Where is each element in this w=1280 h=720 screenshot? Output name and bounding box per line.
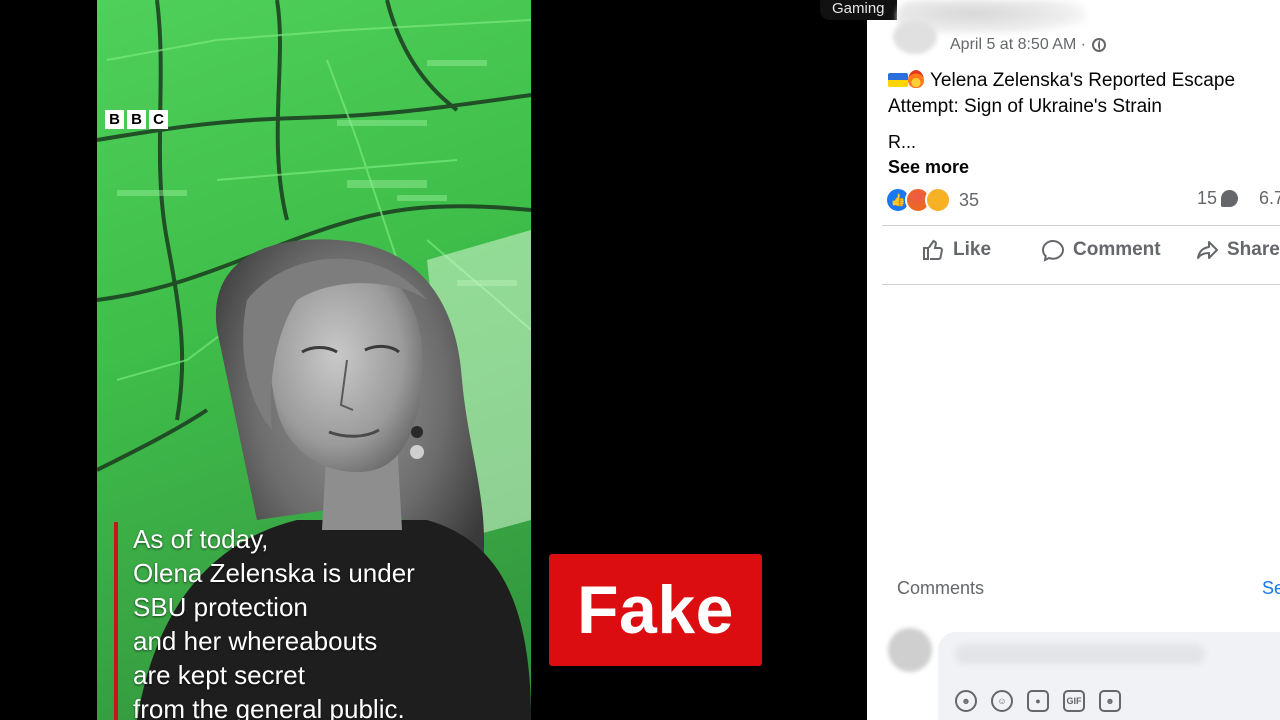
post-title: Yelena Zelenska's Reported Escape Attemp… xyxy=(888,68,1268,120)
ukraine-flag-icon xyxy=(888,73,908,87)
share-button[interactable]: Share xyxy=(1195,238,1280,262)
caption-line: are kept secret xyxy=(133,660,305,690)
caption-line: As of today, xyxy=(133,524,269,554)
fake-label: Fake xyxy=(577,572,734,648)
avatar-sticker-icon[interactable]: ☻ xyxy=(955,690,977,712)
see-comments-link[interactable]: Se xyxy=(1262,578,1280,599)
comments-heading: Comments xyxy=(897,578,985,598)
share-icon xyxy=(1197,241,1218,259)
post-body: R... xyxy=(888,132,917,152)
like-button[interactable]: Like xyxy=(921,238,991,262)
post-meta: April 5 at 8:50 AM · xyxy=(950,36,1107,54)
fire-icon xyxy=(908,70,924,88)
share-label: Share xyxy=(1227,239,1280,260)
like-label: Like xyxy=(953,239,992,260)
gif-icon[interactable]: GIF xyxy=(1063,690,1085,712)
comment-icon xyxy=(1041,239,1065,262)
caption-line: from the general public. xyxy=(133,694,405,720)
comment-count[interactable]: 15 xyxy=(1197,188,1239,209)
globe-icon xyxy=(1092,38,1107,52)
haha-reaction-icon xyxy=(925,187,951,213)
post-timestamp[interactable]: April 5 at 8:50 AM · xyxy=(950,36,1086,54)
comment-count-value: 15 xyxy=(1197,188,1218,208)
caption-line: SBU protection xyxy=(133,592,308,622)
divider xyxy=(882,225,1280,226)
author-avatar[interactable] xyxy=(893,20,937,54)
comment-button[interactable]: Comment xyxy=(1041,238,1161,262)
divider xyxy=(882,284,1280,285)
thumbs-up-icon xyxy=(923,239,943,260)
post-title-text: Yelena Zelenska's Reported Escape Attemp… xyxy=(888,70,1236,117)
share-count[interactable]: 6.7 xyxy=(1259,188,1280,209)
reaction-count: 35 xyxy=(959,189,980,210)
commenter-avatar[interactable] xyxy=(888,628,932,672)
caption-line: and her whereabouts xyxy=(133,626,378,656)
video-player[interactable]: B B C As of today, Olena Zelenska is und… xyxy=(97,0,531,720)
fake-stamp: Fake xyxy=(549,554,762,666)
caption-line: Olena Zelenska is under xyxy=(133,558,415,588)
comment-input[interactable] xyxy=(955,644,1205,664)
reaction-summary[interactable]: 👍 35 xyxy=(885,187,979,213)
camera-icon[interactable]: ● xyxy=(1027,690,1049,712)
composer-tools: ☻ ☺ ● GIF ☻ xyxy=(955,690,1121,712)
post-actions: Like Comment Share xyxy=(0,238,1280,272)
comment-bubble-icon xyxy=(1221,190,1239,207)
sticker-icon[interactable]: ☻ xyxy=(1099,690,1121,712)
emoji-icon[interactable]: ☺ xyxy=(991,690,1013,712)
see-more-link[interactable]: See more xyxy=(888,157,969,178)
video-caption: As of today, Olena Zelenska is under SBU… xyxy=(114,522,415,720)
comment-label: Comment xyxy=(1073,239,1161,260)
gaming-tab[interactable]: Gaming xyxy=(820,0,897,20)
